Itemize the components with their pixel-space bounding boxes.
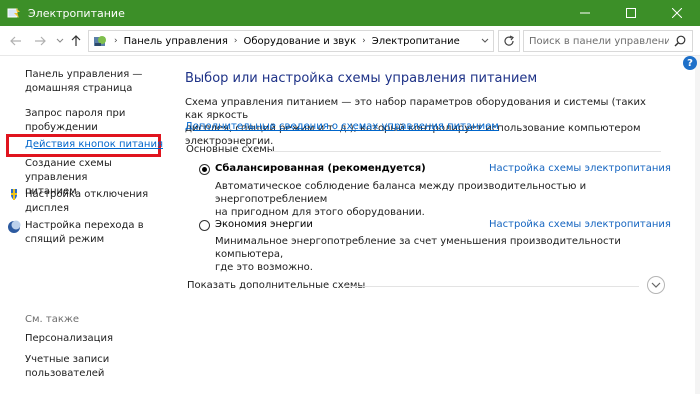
- main-content: Выбор или настройка схемы управления пит…: [185, 57, 685, 394]
- sidebar-item-label: домашняя страница: [25, 83, 133, 94]
- plan-description-line: Автоматическое соблюдение баланса между …: [215, 181, 587, 205]
- help-button[interactable]: ?: [683, 56, 697, 70]
- plan-description-line: где это возможно.: [215, 262, 313, 273]
- back-button[interactable]: [8, 33, 24, 49]
- chevron-down-icon[interactable]: [481, 36, 489, 46]
- minimize-button[interactable]: [562, 0, 608, 26]
- description-line: Схема управления питанием — это набор па…: [185, 97, 646, 121]
- show-more-plans-label[interactable]: Показать дополнительные схемы: [187, 280, 365, 291]
- show-more-plans-button[interactable]: [647, 276, 665, 294]
- forward-button[interactable]: [32, 33, 48, 49]
- power-options-icon: [7, 8, 20, 18]
- arrow-up-icon: [71, 35, 81, 46]
- plan-power-saver-label[interactable]: Экономия энергии: [215, 219, 313, 230]
- plan-balanced-label[interactable]: Сбалансированная (рекомендуется): [215, 163, 426, 174]
- plan-description-line: Минимальное энергопотребление за счет ум…: [215, 236, 621, 260]
- sidebar: Панель управления — домашняя страница За…: [0, 57, 170, 394]
- breadcrumb-control-panel[interactable]: Панель управления: [124, 36, 228, 47]
- sidebar-item-label: Учетные записи: [25, 354, 110, 365]
- breadcrumb-separator: ›: [114, 36, 118, 46]
- sidebar-item-display-off[interactable]: Настройка отключения дисплея: [25, 188, 148, 216]
- see-also-heading: См. также: [25, 314, 80, 325]
- sidebar-item-label: пробуждении: [25, 122, 98, 133]
- section-divider: [269, 151, 661, 152]
- plan-power-saver-description: Минимальное энергопотребление за счет ум…: [215, 235, 655, 274]
- plan-balanced-description: Автоматическое соблюдение баланса между …: [215, 180, 655, 219]
- plan-power-saver-radio[interactable]: [199, 220, 210, 231]
- address-bar[interactable]: › Панель управления › Оборудование и зву…: [88, 30, 494, 52]
- section-divider: [343, 286, 639, 287]
- up-button[interactable]: [68, 33, 84, 49]
- sidebar-item-label: спящий режим: [25, 234, 105, 245]
- sleep-moon-icon: [8, 220, 21, 233]
- sidebar-item-control-panel-home[interactable]: Панель управления — домашняя страница: [25, 68, 142, 96]
- chevron-down-icon: [56, 38, 64, 43]
- sidebar-item-user-accounts[interactable]: Учетные записи пользователей: [25, 353, 109, 381]
- refresh-button[interactable]: [498, 30, 520, 52]
- sidebar-item-personalization[interactable]: Персонализация: [25, 332, 113, 346]
- plan-power-saver-settings-link[interactable]: Настройка схемы электропитания: [489, 219, 671, 230]
- search-icon: [674, 35, 686, 47]
- sidebar-item-power-buttons[interactable]: Действия кнопок питания: [25, 138, 163, 152]
- scrollbar-track[interactable]: [695, 56, 700, 394]
- sidebar-item-label: пользователей: [25, 368, 105, 379]
- page-title: Выбор или настройка схемы управления пит…: [185, 71, 538, 86]
- chevron-down-icon: [651, 282, 661, 288]
- sidebar-item-label: Настройка отключения: [25, 189, 149, 200]
- plan-balanced-radio[interactable]: [199, 164, 210, 175]
- refresh-icon: [504, 35, 514, 46]
- plan-description-line: на пригодном для этого оборудовании.: [215, 207, 425, 218]
- close-button[interactable]: [654, 0, 700, 26]
- sidebar-item-label: Панель управления —: [25, 69, 143, 80]
- recent-locations-button[interactable]: [52, 33, 68, 49]
- search-box[interactable]: [523, 30, 693, 52]
- sidebar-item-wakeup-password[interactable]: Запрос пароля при пробуждении: [25, 107, 125, 135]
- control-panel-icon: [94, 36, 106, 46]
- sidebar-item-label: дисплея: [25, 203, 70, 214]
- maximize-icon: [626, 8, 636, 18]
- plan-balanced-settings-link[interactable]: Настройка схемы электропитания: [489, 163, 671, 174]
- arrow-left-icon: [10, 36, 21, 46]
- title-bar: Электропитание: [0, 0, 700, 26]
- sidebar-item-label: Действия кнопок питания: [25, 139, 163, 150]
- sidebar-item-label: Создание схемы управления: [25, 158, 112, 183]
- maximize-button[interactable]: [608, 0, 654, 26]
- section-heading: Основные схемы: [186, 144, 275, 155]
- window-title: Электропитание: [28, 6, 125, 20]
- navigation-bar: › Панель управления › Оборудование и зву…: [0, 26, 700, 56]
- sidebar-item-sleep[interactable]: Настройка перехода в спящий режим: [25, 219, 144, 247]
- sidebar-item-label: Персонализация: [25, 333, 113, 344]
- minimize-icon: [580, 12, 590, 14]
- display-shield-icon: [11, 189, 17, 200]
- learn-more-link[interactable]: Дополнительные сведения о схемах управле…: [185, 121, 499, 132]
- breadcrumb-separator[interactable]: ›: [234, 36, 238, 46]
- arrow-right-icon: [35, 36, 46, 46]
- breadcrumb-separator[interactable]: ›: [362, 36, 366, 46]
- sidebar-item-label: Настройка перехода в: [25, 220, 144, 231]
- close-icon: [672, 8, 682, 18]
- search-input[interactable]: [529, 35, 669, 47]
- breadcrumb-hardware-sound[interactable]: Оборудование и звук: [243, 36, 356, 47]
- breadcrumb-power-options[interactable]: Электропитание: [372, 36, 460, 47]
- sidebar-item-label: Запрос пароля при: [25, 108, 126, 119]
